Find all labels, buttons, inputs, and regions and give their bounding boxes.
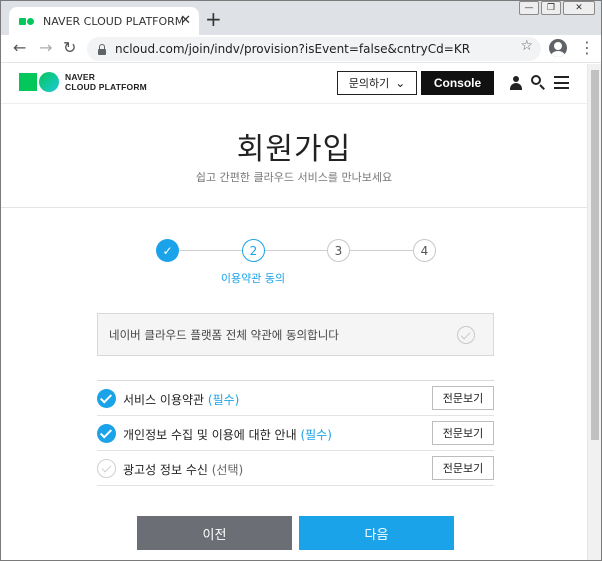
search-icon[interactable] [531,75,545,90]
page-viewport: NAVER CLOUD PLATFORM 문의하기 ⌄ Console 회원가입… [1,64,601,560]
step-1-done: ✓ [156,239,179,262]
window-close-icon[interactable]: ✕ [563,1,595,15]
new-tab-icon[interactable]: + [205,9,222,29]
browser-tab[interactable]: NAVER CLOUD PLATFORM 네이 ✕ [9,7,199,35]
vertical-scrollbar[interactable] [587,64,601,560]
brand-mark-icon [19,72,59,92]
chevron-down-icon: ⌄ [395,76,406,90]
restore-icon[interactable]: ❐ [541,1,561,15]
step-3: 3 [327,239,350,262]
required-tag: (필수) [207,393,240,407]
stepper-connector [179,250,242,251]
console-button[interactable]: Console [421,71,494,95]
page-subtitle: 쉽고 간편한 클라우드 서비스를 만나보세요 [195,171,393,184]
view-full-service-terms-button[interactable]: 전문보기 [432,386,494,410]
browser-toolbar: ← → ↻ ncloud.com/join/indv/provision?isE… [1,35,601,63]
page-title: 회원가입 [236,132,352,167]
inquiry-label: 문의하기 [348,77,390,90]
term-label[interactable]: 개인정보 수집 및 이용에 대한 안내 (필수) [123,426,332,443]
view-full-privacy-terms-button[interactable]: 전문보기 [432,421,494,445]
term-row-service: 서비스 이용약관 (필수) 전문보기 [97,381,494,416]
section-divider [1,207,587,208]
stepper-connector [265,250,327,251]
marketing-terms-checkbox-icon[interactable] [97,459,116,478]
inquiry-dropdown-button[interactable]: 문의하기 ⌄ [337,71,417,95]
term-row-marketing: 광고성 정보 수신 (선택) 전문보기 [97,451,494,486]
address-bar[interactable]: ncloud.com/join/indv/provision?isEvent=f… [87,37,541,61]
forward-arrow-icon[interactable]: → [39,39,52,57]
current-step-label: 이용약관 동의 [220,272,286,285]
scrollbar-thumb[interactable] [591,70,599,440]
profile-avatar-icon[interactable] [549,39,567,57]
site-header: NAVER CLOUD PLATFORM 문의하기 ⌄ Console [1,64,587,104]
bookmark-star-icon[interactable]: ☆ [520,38,533,54]
service-terms-checkbox-icon[interactable] [97,389,116,408]
lock-icon [97,43,107,55]
term-label[interactable]: 서비스 이용약관 (필수) [123,391,239,408]
stepper-connector [350,250,413,251]
step-4: 4 [413,239,436,262]
next-button[interactable]: 다음 [299,516,454,550]
optional-tag: (선택) [211,463,244,477]
back-arrow-icon[interactable]: ← [13,39,26,57]
term-label[interactable]: 광고성 정보 수신 (선택) [123,461,243,478]
view-full-marketing-terms-button[interactable]: 전문보기 [432,456,494,480]
agree-all-box[interactable]: 네이버 클라우드 플랫폼 전체 약관에 동의합니다 [97,313,494,356]
user-icon[interactable] [509,76,523,90]
required-tag: (필수) [300,428,332,442]
naver-cloud-favicon-icon [19,16,35,26]
privacy-terms-checkbox-icon[interactable] [97,424,116,443]
terms-list: 서비스 이용약관 (필수) 전문보기 개인정보 수집 및 이용에 대한 안내 (… [97,380,494,486]
url-text[interactable]: ncloud.com/join/indv/provision?isEvent=f… [115,42,470,56]
tab-title: NAVER CLOUD PLATFORM 네이 [43,15,183,28]
minimize-icon[interactable]: — [519,1,539,15]
tab-close-icon[interactable]: ✕ [180,14,191,28]
browser-menu-icon[interactable]: ⋮ [579,39,595,57]
prev-button[interactable]: 이전 [137,516,292,550]
reload-icon[interactable]: ↻ [63,39,76,57]
naver-cloud-logo[interactable]: NAVER CLOUD PLATFORM [19,72,147,92]
agree-all-label: 네이버 클라우드 플랫폼 전체 약관에 동의합니다 [109,328,339,342]
checkmark-icon: ✓ [162,243,173,258]
browser-window: NAVER CLOUD PLATFORM 네이 ✕ + — ❐ ✕ ← → ↻ … [0,0,602,561]
window-controls: — ❐ ✕ [519,1,595,15]
agree-all-checkbox-icon[interactable] [457,326,475,344]
tab-strip: NAVER CLOUD PLATFORM 네이 ✕ + — ❐ ✕ [1,1,601,35]
step-2-active: 2 [242,239,265,262]
hamburger-menu-icon[interactable] [554,76,569,89]
term-row-privacy: 개인정보 수집 및 이용에 대한 안내 (필수) 전문보기 [97,416,494,451]
logo-wordmark: NAVER CLOUD PLATFORM [65,72,147,92]
